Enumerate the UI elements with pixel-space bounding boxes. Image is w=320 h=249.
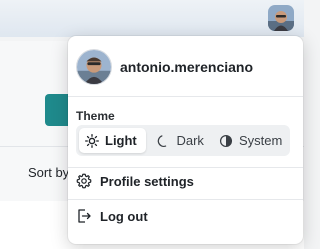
log-out-item[interactable]: Log out — [76, 203, 294, 229]
avatar — [76, 49, 112, 85]
theme-option-system[interactable]: System — [213, 128, 287, 153]
avatar-photo-icon — [268, 5, 294, 31]
theme-switcher: Light Dark System — [76, 125, 290, 156]
theme-option-label: Dark — [176, 133, 204, 148]
logout-icon — [78, 209, 91, 223]
user-menu-dropdown: antonio.merenciano Theme Light Dark Syst… — [68, 36, 303, 244]
app-header — [0, 0, 304, 37]
gear-icon — [76, 173, 92, 189]
username: antonio.merenciano — [120, 59, 254, 75]
menu-divider — [68, 199, 303, 200]
log-out-label: Log out — [100, 208, 148, 224]
avatar-photo-icon — [77, 50, 111, 84]
user-info: antonio.merenciano — [76, 49, 253, 85]
theme-label: Theme — [76, 109, 115, 123]
theme-option-label: System — [239, 133, 283, 148]
sun-icon — [85, 133, 99, 148]
contrast-icon — [219, 134, 233, 147]
theme-option-light[interactable]: Light — [79, 128, 147, 153]
moon-icon — [158, 134, 167, 147]
profile-settings-label: Profile settings — [100, 173, 194, 189]
theme-option-dark[interactable]: Dark — [150, 128, 213, 153]
sort-by-label: Sort by: — [28, 165, 73, 180]
menu-divider — [68, 96, 303, 97]
profile-settings-item[interactable]: Profile settings — [76, 168, 294, 194]
user-avatar-button[interactable] — [268, 5, 294, 31]
theme-option-label: Light — [105, 133, 137, 148]
